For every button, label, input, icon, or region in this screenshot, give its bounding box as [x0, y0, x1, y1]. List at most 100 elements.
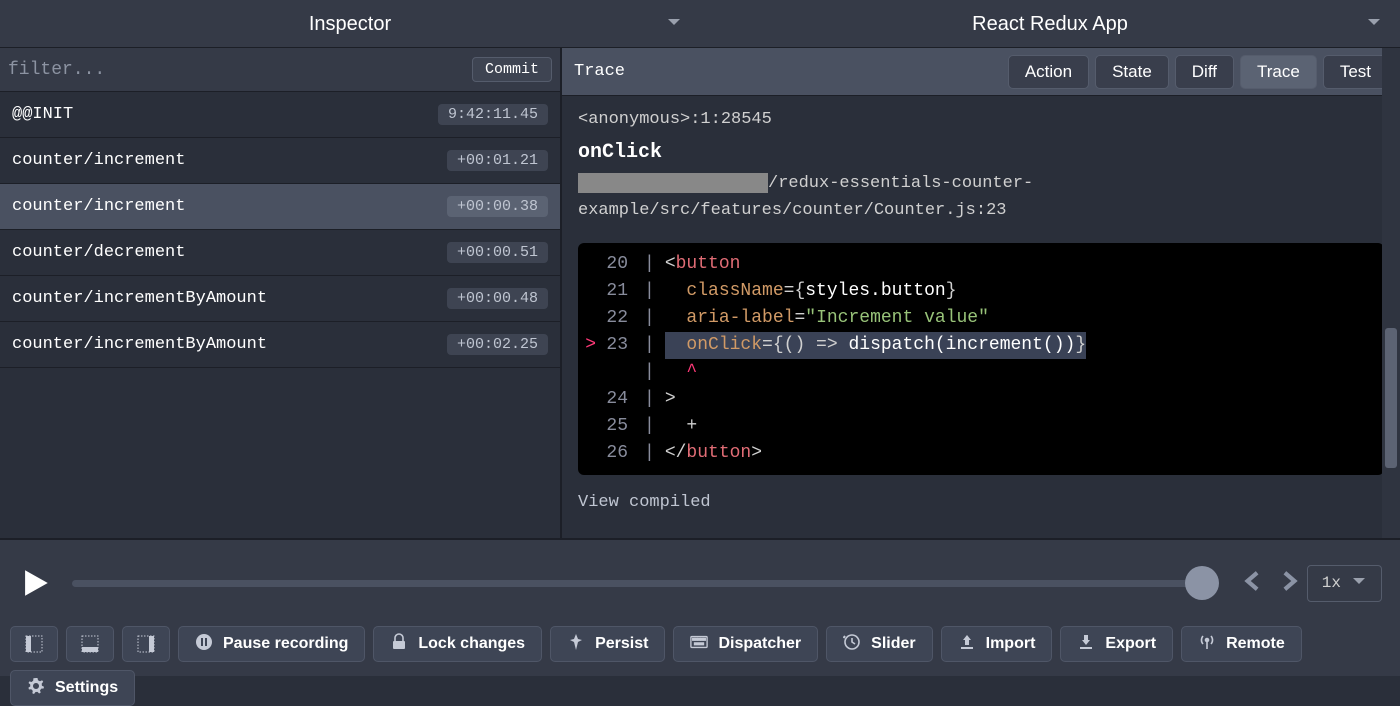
gear-icon: [27, 677, 45, 700]
action-row[interactable]: @@INIT 9:42:11.45: [0, 92, 560, 138]
line-number: 22: [596, 305, 634, 332]
action-row[interactable]: counter/increment+00:00.38: [0, 184, 560, 230]
persist-button[interactable]: Persist: [550, 626, 665, 662]
code-text: </button>: [665, 440, 762, 467]
code-text: aria-label="Increment value": [665, 305, 989, 332]
action-row[interactable]: counter/incrementByAmount+00:02.25: [0, 322, 560, 368]
chevron-down-icon: [1351, 573, 1367, 594]
code-block: 20|<button21| className={styles.button}2…: [578, 243, 1384, 475]
line-number: 23: [596, 332, 634, 359]
action-name: @@INIT: [12, 105, 73, 124]
line-number: 20: [596, 251, 634, 278]
code-text: ^: [665, 359, 697, 386]
slider-knob[interactable]: [1185, 566, 1219, 600]
remote-button[interactable]: Remote: [1181, 626, 1302, 662]
dispatcher-button[interactable]: Dispatcher: [673, 626, 818, 662]
pin-icon: [567, 633, 585, 656]
layout-bottom-button[interactable]: [66, 626, 114, 662]
gutter-mark-icon: >: [584, 332, 596, 359]
playback-speed-select[interactable]: 1x: [1307, 565, 1382, 602]
inspector-title-bar[interactable]: Inspector: [0, 0, 700, 48]
code-line: | ^: [584, 359, 1370, 386]
commit-button[interactable]: Commit: [472, 57, 552, 82]
gutter-divider: |: [634, 413, 665, 440]
speed-label: 1x: [1322, 574, 1341, 592]
import-button[interactable]: Import: [941, 626, 1053, 662]
line-number: 21: [596, 278, 634, 305]
action-row[interactable]: counter/incrementByAmount+00:00.48: [0, 276, 560, 322]
lock-icon: [390, 633, 408, 656]
tab-state[interactable]: State: [1095, 55, 1169, 89]
code-line: 20|<button: [584, 251, 1370, 278]
action-time: +00:02.25: [447, 334, 548, 355]
code-text: >: [665, 386, 676, 413]
chevron-down-icon[interactable]: [1366, 14, 1382, 35]
code-line: >23| onClick={() => dispatch(increment()…: [584, 332, 1370, 359]
gutter-divider: |: [634, 332, 665, 359]
scrollbar-vertical[interactable]: [1382, 48, 1400, 538]
settings-button[interactable]: Settings: [10, 670, 135, 706]
tab-diff[interactable]: Diff: [1175, 55, 1234, 89]
app-title-bar[interactable]: React Redux App: [700, 0, 1400, 48]
source-path: /redux-essentials-counter-example/src/fe…: [578, 170, 1384, 224]
persist-label: Persist: [595, 635, 648, 653]
slider-button[interactable]: Slider: [826, 626, 932, 662]
code-text: +: [665, 413, 697, 440]
line-number: 24: [596, 386, 634, 413]
gutter-divider: |: [634, 386, 665, 413]
app-title: React Redux App: [972, 13, 1128, 36]
view-compiled-link[interactable]: View compiled: [578, 493, 1384, 512]
trace-body[interactable]: <anonymous>:1:28545 onClick /redux-essen…: [562, 96, 1400, 538]
keyboard-icon: [690, 633, 708, 656]
tab-trace[interactable]: Trace: [1240, 55, 1317, 89]
code-line: 22| aria-label="Increment value": [584, 305, 1370, 332]
filter-input[interactable]: [8, 60, 472, 80]
action-time: +00:00.38: [447, 196, 548, 217]
bottom-toolbar: Pause recording Lock changes Persist Dis…: [0, 626, 1400, 676]
gutter-divider: |: [634, 251, 665, 278]
redacted-path-icon: [578, 173, 768, 193]
antenna-icon: [1198, 633, 1216, 656]
stack-frame-top: <anonymous>:1:28545: [578, 106, 1384, 133]
import-label: Import: [986, 635, 1036, 653]
lock-changes-label: Lock changes: [418, 635, 525, 653]
tab-action[interactable]: Action: [1008, 55, 1089, 89]
download-icon: [1077, 633, 1095, 656]
action-name: counter/decrement: [12, 243, 185, 262]
line-number: 25: [596, 413, 634, 440]
action-time: +00:01.21: [447, 150, 548, 171]
code-text: className={styles.button}: [665, 278, 957, 305]
code-line: 21| className={styles.button}: [584, 278, 1370, 305]
code-line: 24|>: [584, 386, 1370, 413]
slider-label: Slider: [871, 635, 915, 653]
layout-left-button[interactable]: [10, 626, 58, 662]
action-row[interactable]: counter/decrement+00:00.51: [0, 230, 560, 276]
playback-slider[interactable]: [72, 580, 1215, 587]
pause-icon: [195, 633, 213, 656]
export-button[interactable]: Export: [1060, 626, 1173, 662]
tab-test[interactable]: Test: [1323, 55, 1388, 89]
lock-changes-button[interactable]: Lock changes: [373, 626, 542, 662]
layout-right-button[interactable]: [122, 626, 170, 662]
play-icon[interactable]: [18, 566, 52, 600]
code-text: <button: [665, 251, 741, 278]
scrollbar-thumb[interactable]: [1385, 328, 1397, 468]
action-time: 9:42:11.45: [438, 104, 548, 125]
step-back-icon[interactable]: [1235, 570, 1271, 597]
code-text: onClick={() => dispatch(increment())}: [665, 332, 1086, 359]
pause-recording-label: Pause recording: [223, 635, 348, 653]
playback-bar: 1x: [0, 538, 1400, 626]
remote-label: Remote: [1226, 635, 1285, 653]
gutter-divider: |: [634, 278, 665, 305]
handler-name: onClick: [578, 141, 1384, 164]
actions-list[interactable]: @@INIT 9:42:11.45 counter/increment+00:01.…: [0, 92, 560, 538]
action-time: +00:00.48: [447, 288, 548, 309]
details-panel-title: Trace: [574, 62, 625, 81]
pause-recording-button[interactable]: Pause recording: [178, 626, 365, 662]
gutter-divider: |: [634, 359, 665, 386]
step-forward-icon[interactable]: [1271, 570, 1307, 597]
chevron-down-icon[interactable]: [666, 14, 682, 35]
detail-tabs: ActionStateDiffTraceTest: [1002, 55, 1388, 89]
inspector-title: Inspector: [309, 13, 391, 36]
action-row[interactable]: counter/increment+00:01.21: [0, 138, 560, 184]
